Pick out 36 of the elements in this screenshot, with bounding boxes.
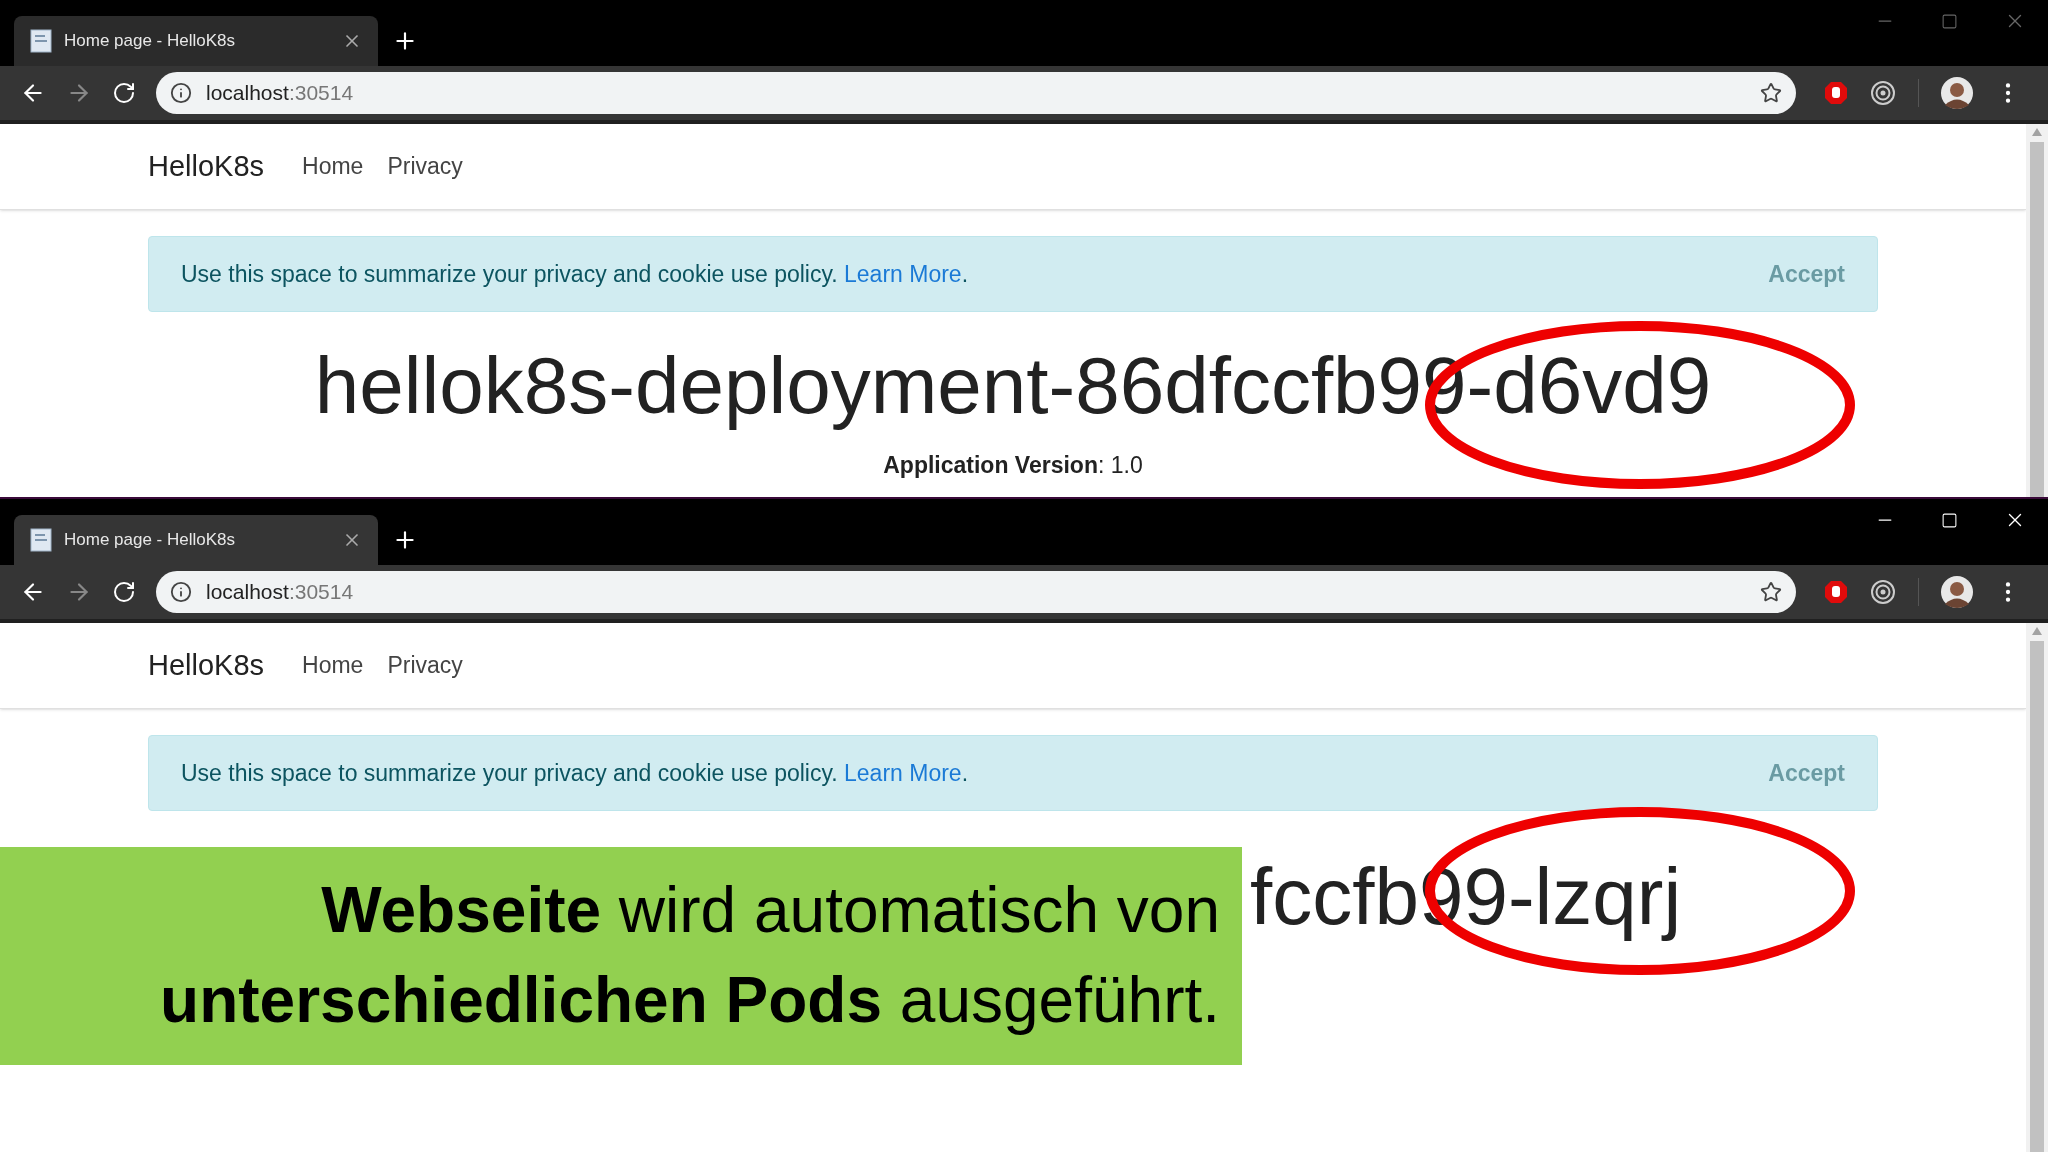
version-text: Application Version: 1.0 <box>883 451 1143 480</box>
reload-icon[interactable] <box>112 81 136 105</box>
caption-text: unterschiedlichen Pods ausgeführt. <box>160 963 1220 1038</box>
url-text: localhost:30514 <box>206 80 355 107</box>
brand-link[interactable]: HelloK8s <box>148 643 265 688</box>
browser-tab[interactable]: Home page - HelloK8s <box>14 16 378 66</box>
cookie-text: Use this space to summarize your privacy and cookie use policy. Learn More. <box>181 259 969 289</box>
tab-title: Home page - HelloK8s <box>64 30 237 53</box>
avatar-icon[interactable] <box>1941 576 1973 608</box>
target-icon[interactable] <box>1870 579 1896 605</box>
brand-link[interactable]: HelloK8s <box>148 144 265 189</box>
address-bar[interactable]: localhost:30514 <box>156 72 1796 114</box>
caption-text: Webseite wird automatisch von <box>321 873 1220 949</box>
url-text: localhost:30514 <box>206 579 355 606</box>
page-icon <box>30 29 52 53</box>
address-bar[interactable]: localhost:30514 <box>156 571 1796 613</box>
maximize-icon[interactable] <box>1941 511 1958 529</box>
nav-link[interactable]: Privacy <box>387 648 463 683</box>
learn-more-link[interactable]: Learn More <box>844 260 962 287</box>
info-icon <box>170 581 192 603</box>
target-icon[interactable] <box>1870 80 1896 106</box>
learn-more-link[interactable]: Learn More <box>844 759 962 786</box>
avatar-icon[interactable] <box>1941 77 1973 109</box>
bookmark-star-icon[interactable] <box>1760 82 1782 104</box>
browser-tab[interactable]: Home page - HelloK8s <box>14 515 378 565</box>
reload-icon[interactable] <box>112 580 136 604</box>
tab-title: Home page - HelloK8s <box>64 529 237 552</box>
nav-link[interactable]: Home <box>302 149 364 184</box>
scrollbar-thumb[interactable] <box>2030 142 2044 497</box>
nav-link[interactable]: Home <box>302 648 364 683</box>
page-icon <box>30 528 52 552</box>
bookmark-star-icon[interactable] <box>1760 581 1782 603</box>
nav-link[interactable]: Privacy <box>387 149 463 184</box>
info-icon <box>170 82 192 104</box>
scrollbar-thumb[interactable] <box>2030 641 2044 1152</box>
cookie-text: Use this space to summarize your privacy and cookie use policy. Learn More. <box>181 758 969 788</box>
